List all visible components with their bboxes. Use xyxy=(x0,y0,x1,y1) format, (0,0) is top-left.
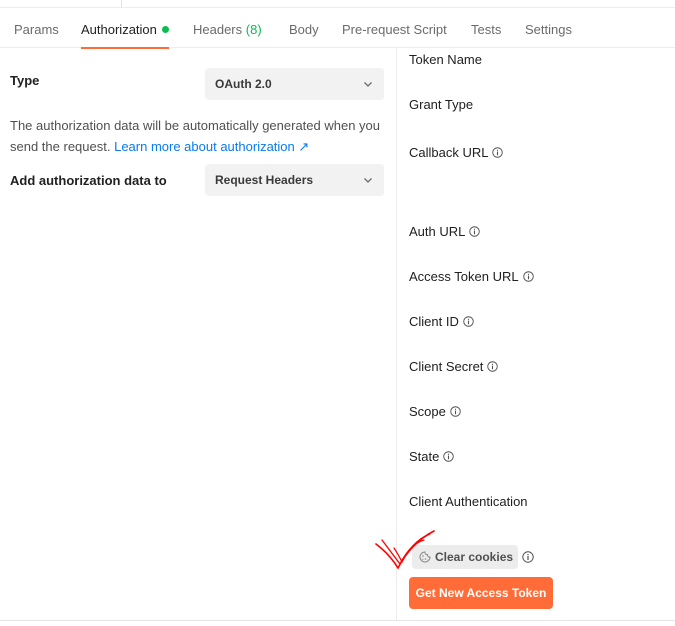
get-new-access-token-button[interactable]: Get New Access Token xyxy=(409,577,553,609)
type-label: Type xyxy=(10,73,40,88)
client-id-label: Client ID xyxy=(409,314,474,329)
request-tabs: Params Authorization Headers (8) Body Pr… xyxy=(0,8,675,49)
field-label: Token Name xyxy=(409,52,482,67)
info-icon[interactable] xyxy=(492,147,504,158)
info-icon[interactable] xyxy=(469,226,481,237)
client-authentication-label: Client Authentication xyxy=(409,494,528,509)
info-icon[interactable] xyxy=(450,406,461,417)
field-label: State xyxy=(409,449,440,464)
tab-tests[interactable]: Tests xyxy=(471,8,501,48)
tab-label: Pre-request Script xyxy=(342,22,447,37)
add-to-value: Request Headers xyxy=(215,173,314,187)
field-label: Auth URL xyxy=(409,224,466,239)
add-to-select[interactable]: Request Headers xyxy=(205,164,384,196)
tab-label: Params xyxy=(14,22,59,37)
clear-cookies-label: Clear cookies xyxy=(435,550,514,564)
tab-label: Body xyxy=(289,22,319,37)
scope-label: Scope xyxy=(409,404,461,419)
learn-more-label: Learn more about authorization xyxy=(114,139,295,154)
field-label: Callback URL xyxy=(409,145,489,160)
auth-description: The authorization data will be automatic… xyxy=(10,115,390,157)
tab-label: Tests xyxy=(471,22,502,37)
info-icon[interactable] xyxy=(463,316,474,327)
auth-type-select[interactable]: OAuth 2.0 xyxy=(205,68,384,100)
status-dot xyxy=(161,26,169,33)
external-link-arrow-icon: ↗ xyxy=(298,139,310,154)
client-secret-label: Client Secret xyxy=(409,359,499,374)
info-icon[interactable] xyxy=(443,451,455,462)
grant-type-label: Grant Type xyxy=(409,97,473,112)
tab-headers[interactable]: Headers (8) xyxy=(193,8,262,48)
state-label: State xyxy=(409,449,455,464)
access-token-url-label: Access Token URL xyxy=(409,269,534,284)
auth-type-value: OAuth 2.0 xyxy=(215,77,272,91)
field-label: Client Secret xyxy=(409,359,484,374)
field-label: Scope xyxy=(409,404,446,419)
learn-more-link[interactable]: Learn more about authorization ↗ xyxy=(114,139,309,154)
add-to-label: Add authorization data to xyxy=(10,173,167,188)
top-strip xyxy=(0,0,675,8)
field-label: Grant Type xyxy=(409,97,474,112)
callback-url-label: Callback URL xyxy=(409,145,504,160)
field-label: Access Token URL xyxy=(409,269,519,284)
chevron-down-icon xyxy=(364,178,372,183)
auth-url-label: Auth URL xyxy=(409,224,481,239)
tab-label: Authorization xyxy=(81,22,157,37)
tab-label: Settings xyxy=(525,22,572,37)
bottom-divider xyxy=(0,620,675,621)
info-icon[interactable] xyxy=(522,551,534,563)
tab-authorization[interactable]: Authorization xyxy=(81,8,169,49)
oauth-config-pane xyxy=(397,48,675,620)
handwritten-checkmark xyxy=(375,530,435,570)
top-strip-separator xyxy=(121,0,122,8)
field-label: Client Authentication xyxy=(409,494,528,509)
info-icon[interactable] xyxy=(522,271,534,282)
info-icon[interactable] xyxy=(487,361,499,372)
tab-settings[interactable]: Settings xyxy=(525,8,572,48)
token-name-label: Token Name xyxy=(409,52,482,67)
chevron-down-icon xyxy=(364,82,372,87)
tab-label: Headers xyxy=(193,22,243,37)
tab-body[interactable]: Body xyxy=(289,8,319,48)
header-count: (8) xyxy=(245,22,262,37)
field-label: Client ID xyxy=(409,314,459,329)
tab-pre-request-script[interactable]: Pre-request Script xyxy=(342,8,447,48)
tab-params[interactable]: Params xyxy=(14,8,59,48)
